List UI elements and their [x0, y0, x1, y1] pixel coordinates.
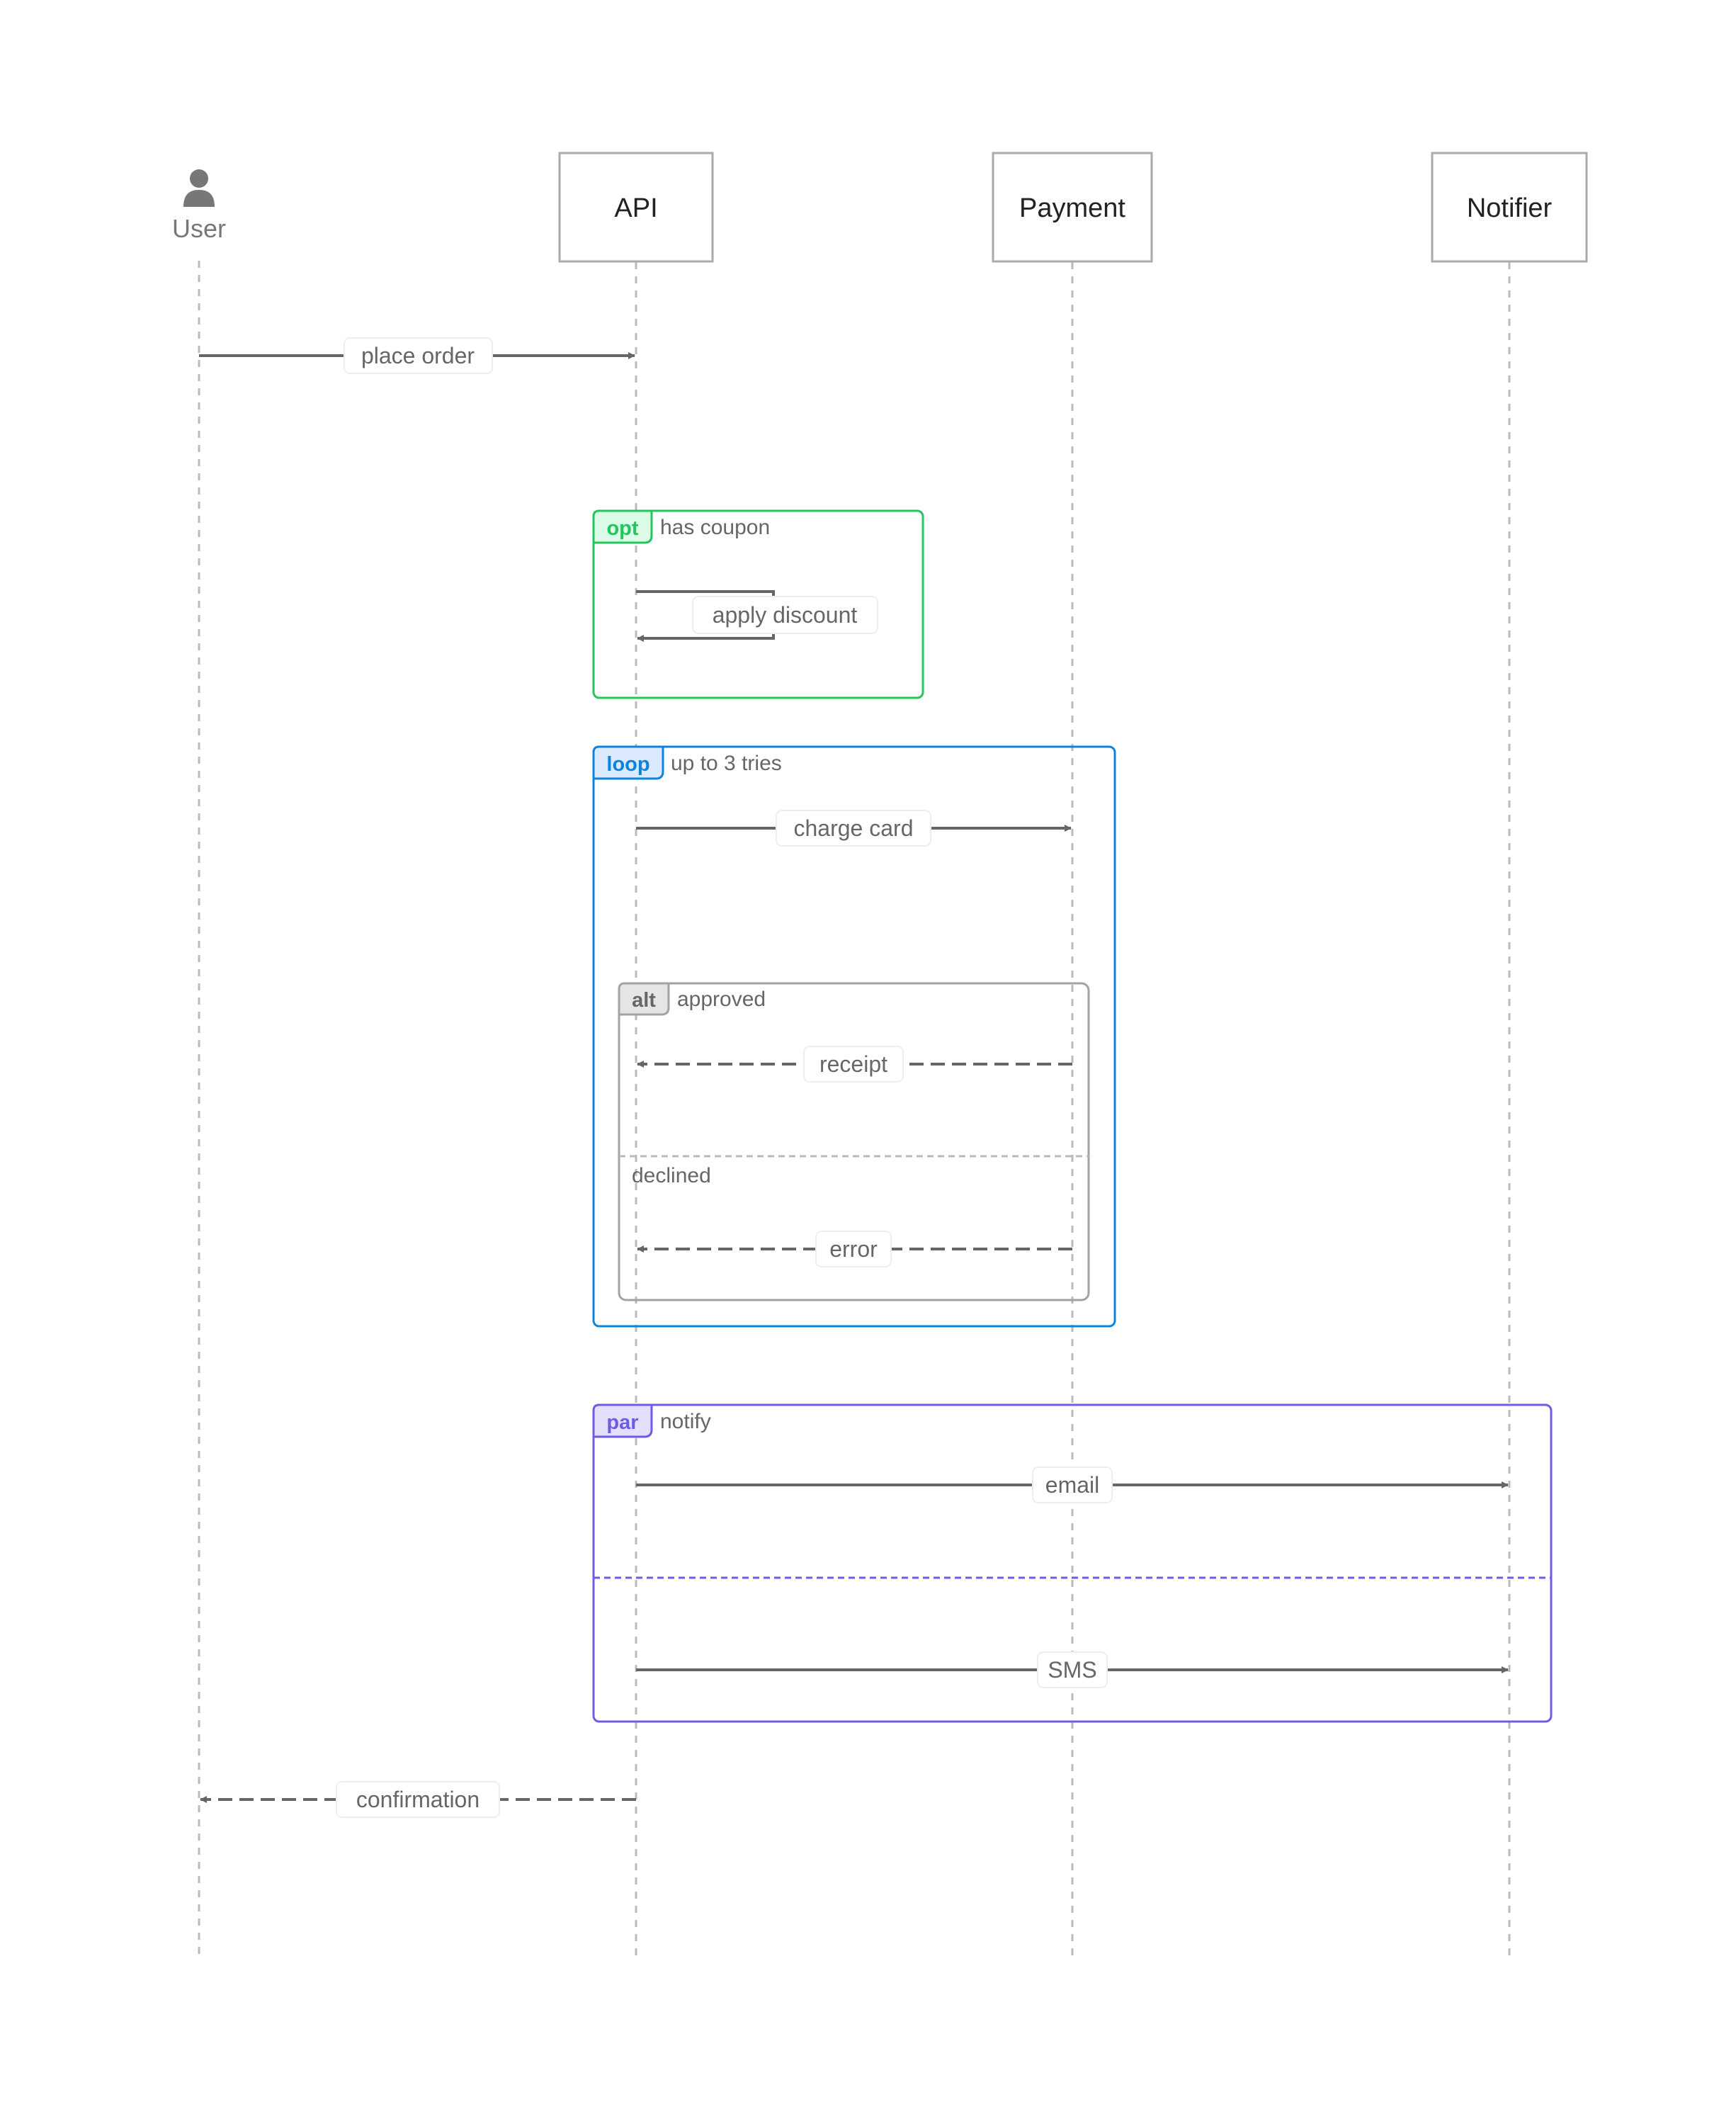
messages: place order apply discount charge card r… [199, 337, 1509, 1818]
message-label-charge-card: charge card [794, 815, 914, 841]
message-email: email [636, 1467, 1509, 1503]
participant-label-payment: Payment [1019, 193, 1125, 223]
message-label-confirmation: confirmation [356, 1787, 480, 1812]
fragment-par-condition: notify [660, 1410, 711, 1433]
lifelines [198, 261, 1511, 1955]
participant-user: User [172, 169, 226, 243]
fragment-opt-condition: has coupon [660, 516, 770, 539]
message-label-apply-discount: apply discount [713, 602, 858, 628]
message-error: error [637, 1231, 1072, 1267]
fragment-par-keyword: par [606, 1411, 638, 1434]
fragment-alt-else-condition: declined [632, 1164, 711, 1187]
participant-label-api: API [614, 193, 657, 223]
message-label-receipt: receipt [819, 1051, 887, 1077]
fragment-loop-condition: up to 3 tries [671, 752, 782, 775]
message-confirmation: confirmation [200, 1781, 636, 1818]
message-receipt: receipt [637, 1046, 1072, 1083]
participant-label-notifier: Notifier [1467, 193, 1553, 223]
fragment-alt-keyword: alt [632, 989, 656, 1012]
fragment-opt-keyword: opt [606, 517, 638, 540]
person-icon [183, 169, 215, 207]
fragment-loop-keyword: loop [606, 753, 649, 776]
fragment-alt-condition: approved [677, 988, 766, 1011]
message-label-place-order: place order [361, 343, 475, 368]
participant-api: API [558, 152, 714, 263]
message-label-sms: SMS [1048, 1657, 1096, 1683]
participant-payment: Payment [992, 152, 1153, 263]
message-label-error: error [829, 1236, 878, 1262]
participant-label-user: User [172, 214, 226, 243]
message-apply-discount: apply discount [636, 590, 878, 642]
message-sms: SMS [636, 1651, 1509, 1688]
participant-notifier: Notifier [1431, 152, 1588, 263]
participants: User API Payment Notifier [172, 152, 1588, 263]
sequence-diagram: User API Payment Notifier opt has coupon… [172, 152, 1588, 1955]
message-charge-card: charge card [636, 810, 1072, 847]
message-place-order: place order [199, 337, 635, 374]
message-label-email: email [1045, 1472, 1099, 1498]
